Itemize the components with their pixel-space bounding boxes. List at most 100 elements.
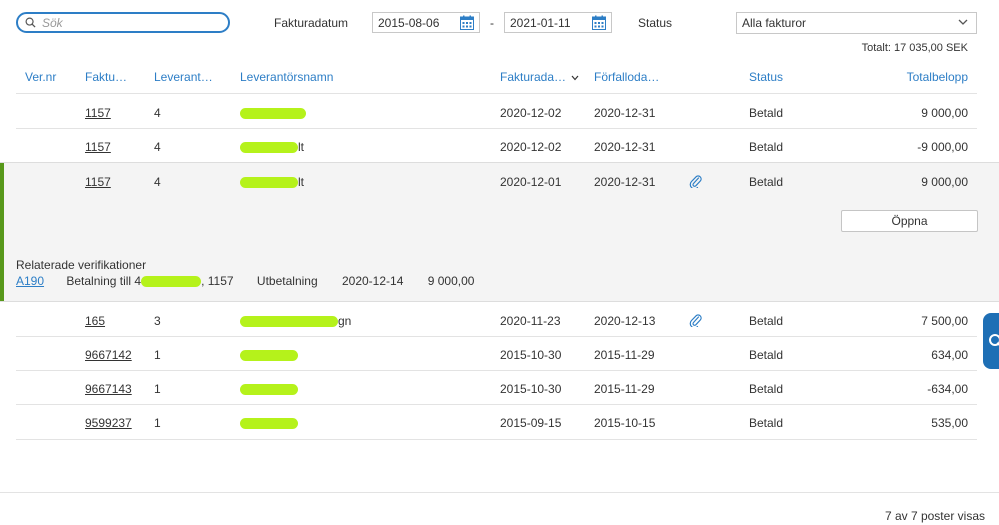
- col-header-fakturadatum-label: Fakturada…: [500, 70, 567, 84]
- supplier-number: 4: [154, 106, 161, 120]
- due-date: 2020-12-31: [594, 106, 656, 120]
- redaction-mark: [240, 384, 298, 396]
- table-row-selected[interactable]: 1157 4 lt 2020-12-01 2020-12-31 Betald 9…: [16, 164, 977, 198]
- col-header-totalbelopp[interactable]: Totalbelopp: [907, 70, 968, 84]
- search-box[interactable]: [16, 12, 230, 33]
- date-to-value: 2021-01-11: [510, 16, 571, 30]
- status-text: Betald: [749, 416, 784, 430]
- due-date: 2020-12-13: [594, 314, 656, 328]
- col-header-status[interactable]: Status: [749, 70, 783, 84]
- paperclip-icon[interactable]: [689, 313, 702, 327]
- related-type: Utbetalning: [256, 274, 318, 288]
- table-row[interactable]: 9599237 1 2015-09-15 2015-10-15 Betald 5…: [16, 405, 977, 439]
- redaction-mark: [141, 276, 202, 288]
- selected-row-indicator: [0, 163, 4, 301]
- redaction-mark: [240, 108, 306, 120]
- table-row[interactable]: 165 3 gn 2020-11-23 2020-12-13 Betald 7 …: [16, 303, 977, 337]
- date-filter-label: Fakturadatum: [274, 16, 349, 30]
- invoice-link[interactable]: 165: [85, 314, 105, 328]
- search-input[interactable]: [42, 15, 222, 31]
- redaction-mark: [240, 177, 298, 189]
- col-header-vernr[interactable]: Ver.nr: [25, 70, 56, 84]
- supplier-name: lt: [240, 140, 304, 154]
- table-row[interactable]: 1157 4 lt 2020-12-02 2020-12-31 Betald -…: [16, 129, 977, 163]
- status-text: Betald: [749, 175, 784, 189]
- status-filter-label: Status: [638, 16, 673, 30]
- invoice-link[interactable]: 1157: [85, 106, 111, 120]
- supplier-number: 4: [154, 175, 161, 189]
- related-text-suffix: , 1157: [201, 274, 234, 288]
- table-row[interactable]: 1157 4 2020-12-02 2020-12-31 Betald 9 00…: [16, 95, 977, 129]
- help-chat-tab[interactable]: [983, 313, 999, 369]
- col-header-faktura[interactable]: Faktu…: [85, 70, 127, 84]
- records-count: 7 av 7 poster visas: [884, 509, 985, 523]
- invoice-link[interactable]: 9599237: [85, 416, 132, 430]
- invoice-link[interactable]: 1157: [85, 140, 111, 154]
- footer-divider: [0, 492, 999, 493]
- amount: 9 000,00: [921, 175, 968, 189]
- supplier-number: 3: [154, 314, 161, 328]
- related-text-prefix: Betalning till 4: [66, 274, 142, 288]
- date-from-value: 2015-08-06: [378, 16, 440, 30]
- status-text: Betald: [749, 382, 784, 396]
- invoice-date: 2020-12-01: [500, 175, 562, 189]
- status-text: Betald: [749, 314, 784, 328]
- search-icon: [25, 17, 36, 28]
- invoice-date: 2015-09-15: [500, 416, 562, 430]
- related-amount: 9 000,00: [427, 274, 475, 288]
- status-select-value: Alla fakturor: [742, 16, 807, 30]
- status-text: Betald: [749, 140, 784, 154]
- chevron-down-icon: [958, 19, 968, 25]
- status-text: Betald: [749, 106, 784, 120]
- invoice-date: 2015-10-30: [500, 348, 562, 362]
- sort-down-icon: [571, 75, 579, 81]
- supplier-name: gn: [240, 314, 351, 328]
- table-row[interactable]: 9667143 1 2015-10-30 2015-11-29 Betald -…: [16, 371, 977, 405]
- chat-icon: [989, 334, 999, 346]
- date-separator: -: [490, 16, 494, 30]
- related-date: 2020-12-14: [341, 274, 404, 288]
- col-header-fakturadatum[interactable]: Fakturada…: [500, 70, 579, 84]
- divider: [16, 439, 977, 440]
- supplier-name: [240, 382, 298, 396]
- supplier-number: 1: [154, 382, 161, 396]
- col-header-leverantor[interactable]: Leverant…: [154, 70, 213, 84]
- paperclip-icon[interactable]: [689, 174, 702, 188]
- invoice-date: 2015-10-30: [500, 382, 562, 396]
- status-select[interactable]: Alla fakturor: [736, 12, 977, 34]
- supplier-name: [240, 348, 298, 362]
- supplier-name-suffix: lt: [298, 140, 304, 154]
- amount: -9 000,00: [917, 140, 968, 154]
- supplier-number: 4: [154, 140, 161, 154]
- open-button[interactable]: Öppna: [841, 210, 978, 232]
- redaction-mark: [240, 418, 298, 430]
- supplier-name: [240, 416, 298, 430]
- supplier-name: [240, 106, 306, 120]
- supplier-name-suffix: gn: [338, 314, 352, 328]
- divider: [16, 93, 977, 94]
- amount: -634,00: [927, 382, 968, 396]
- amount: 535,00: [931, 416, 968, 430]
- due-date: 2015-11-29: [594, 348, 655, 362]
- invoice-link[interactable]: 9667142: [85, 348, 132, 362]
- supplier-name: lt: [240, 175, 304, 189]
- table-row[interactable]: 9667142 1 2015-10-30 2015-11-29 Betald 6…: [16, 337, 977, 371]
- calendar-icon[interactable]: [460, 15, 474, 30]
- expanded-row-panel: 1157 4 lt 2020-12-01 2020-12-31 Betald 9…: [0, 162, 999, 302]
- amount: 634,00: [931, 348, 968, 362]
- col-header-forfallodatum[interactable]: Förfalloda…: [594, 70, 659, 84]
- total-amount: Totalt: 17 035,00 SEK: [861, 42, 968, 54]
- due-date: 2020-12-31: [594, 140, 656, 154]
- invoice-link[interactable]: 1157: [85, 175, 111, 189]
- verification-link[interactable]: A190: [16, 274, 44, 288]
- col-header-leverantorsnamn[interactable]: Leverantörsnamn: [240, 70, 333, 84]
- related-verification-row: A190 Betalning till 4, 1157 Utbetalning …: [16, 274, 474, 288]
- calendar-icon[interactable]: [592, 15, 606, 30]
- date-to-field[interactable]: 2021-01-11: [504, 12, 612, 33]
- invoice-link[interactable]: 9667143: [85, 382, 132, 396]
- due-date: 2015-10-15: [594, 416, 656, 430]
- supplier-number: 1: [154, 348, 161, 362]
- supplier-number: 1: [154, 416, 161, 430]
- date-from-field[interactable]: 2015-08-06: [372, 12, 480, 33]
- related-verifications-title: Relaterade verifikationer: [16, 258, 147, 272]
